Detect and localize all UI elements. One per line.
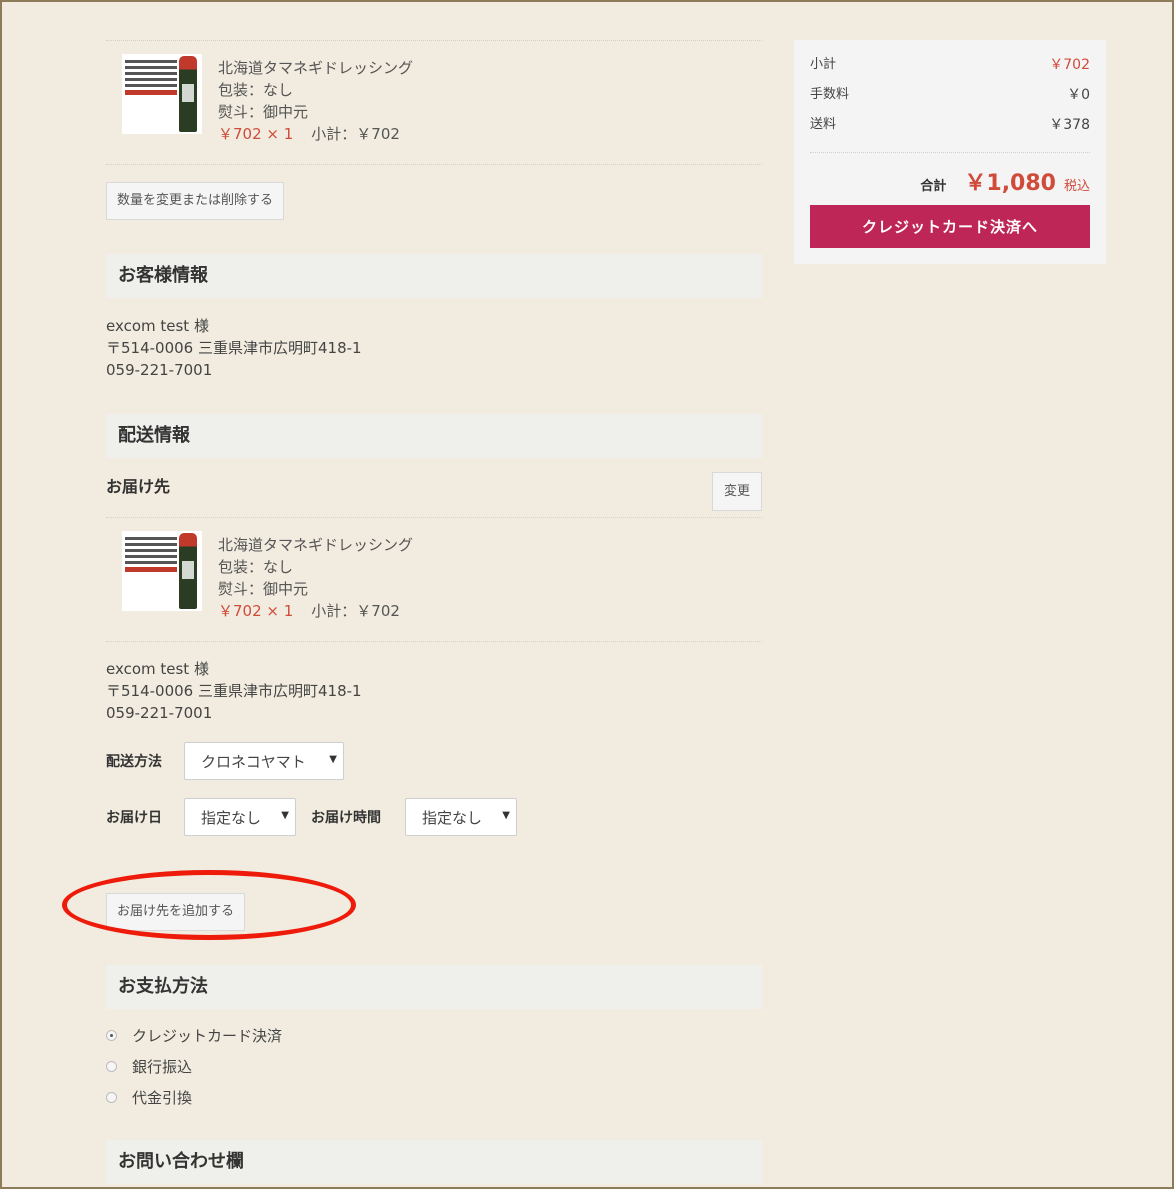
delivery-time-label: お届け時間 (311, 810, 381, 826)
radio-icon[interactable] (106, 1061, 117, 1072)
product-name[interactable]: 北海道タマネギドレッシング (218, 534, 413, 556)
product-noshi: 熨斗：御中元 (218, 103, 309, 121)
shipping-method-select[interactable]: クロネコヤマト ▼ (184, 742, 344, 780)
delivery-date-label: お届け日 (106, 810, 162, 826)
summary-total: 合計 ￥1,080 税込 (810, 165, 1090, 197)
recipient-address: 〒514-0006 三重県津市広明町418-1 (106, 682, 362, 700)
summary-shipping-value: ￥378 (1049, 117, 1090, 133)
dropdown-arrow-icon: ▼ (281, 810, 289, 821)
customer-name: excom test 様 (106, 317, 209, 335)
customer-info: excom test 様 〒514-0006 三重県津市広明町418-1 059… (106, 315, 762, 381)
customer-phone: 059-221-7001 (106, 361, 213, 379)
payment-option-credit[interactable]: クレジットカード決済 (106, 1020, 762, 1051)
tax-label: 税込 (1063, 179, 1090, 194)
payment-option-bank[interactable]: 銀行振込 (106, 1051, 762, 1082)
dropdown-arrow-icon: ▼ (502, 810, 510, 821)
payment-method-heading: お支払方法 (106, 965, 762, 1009)
payment-option-cod[interactable]: 代金引換 (106, 1082, 762, 1113)
highlight-annotation (62, 870, 356, 940)
product-wrapping: 包装：なし (218, 558, 294, 576)
summary-fee-value: ￥0 (1067, 87, 1090, 103)
divider (106, 164, 762, 165)
product-price-qty: ￥702 × 1 (218, 125, 294, 143)
summary-subtotal-row: 小計 ￥702 (810, 54, 1090, 84)
divider (810, 152, 1090, 153)
dropdown-arrow-icon: ▼ (329, 754, 337, 765)
delivery-time-select[interactable]: 指定なし ▼ (405, 798, 517, 836)
radio-selected-icon[interactable] (106, 1030, 117, 1041)
summary-shipping-row: 送料 ￥378 (810, 114, 1090, 144)
shipping-item: 北海道タマネギドレッシング 包装：なし 熨斗：御中元 ￥702 × 1 小計：￥7… (106, 518, 762, 641)
product-name[interactable]: 北海道タマネギドレッシング (218, 57, 413, 79)
product-subtotal: 小計：￥702 (311, 602, 400, 620)
shipping-method-value: クロネコヤマト (201, 752, 306, 771)
divider (106, 641, 762, 642)
product-image (122, 531, 202, 611)
delivery-date-value: 指定なし (201, 808, 262, 827)
shipping-method-label: 配送方法 (106, 754, 162, 770)
summary-subtotal-value: ￥702 (1049, 57, 1090, 73)
change-quantity-button[interactable]: 数量を変更または削除する (106, 182, 285, 220)
change-destination-button[interactable]: 変更 (711, 472, 762, 511)
shipping-address: excom test 様 〒514-0006 三重県津市広明町418-1 059… (106, 658, 762, 724)
credit-card-checkout-button[interactable]: クレジットカード決済へ (810, 205, 1090, 248)
order-summary: 小計 ￥702 手数料 ￥0 送料 ￥378 合計 ￥1,080 税込 クレジッ… (794, 40, 1106, 264)
summary-fee-row: 手数料 ￥0 (810, 84, 1090, 114)
checkout-main: 北海道タマネギドレッシング 包装：なし 熨斗：御中元 ￥702 × 1 小計：￥7… (106, 40, 762, 1184)
customer-address: 〒514-0006 三重県津市広明町418-1 (106, 339, 362, 357)
destination-title: お届け先 (106, 477, 171, 496)
recipient-phone: 059-221-7001 (106, 704, 213, 722)
radio-icon[interactable] (106, 1092, 117, 1103)
payment-options: クレジットカード決済 銀行振込 代金引換 (106, 1020, 762, 1113)
delivery-date-select[interactable]: 指定なし ▼ (184, 798, 296, 836)
cart-item: 北海道タマネギドレッシング 包装：なし 熨斗：御中元 ￥702 × 1 小計：￥7… (106, 41, 762, 164)
shipping-info-heading: 配送情報 (106, 414, 762, 458)
total-label: 合計 (920, 179, 947, 194)
product-subtotal: 小計：￥702 (311, 125, 400, 143)
product-image (122, 54, 202, 134)
recipient-name: excom test 様 (106, 660, 209, 678)
delivery-time-value: 指定なし (422, 808, 483, 827)
total-amount: ￥1,080 (964, 171, 1056, 196)
product-price-qty: ￥702 × 1 (218, 602, 294, 620)
product-noshi: 熨斗：御中元 (218, 580, 309, 598)
inquiry-heading: お問い合わせ欄 (106, 1140, 762, 1184)
customer-info-heading: お客様情報 (106, 254, 762, 298)
product-wrapping: 包装：なし (218, 81, 294, 99)
